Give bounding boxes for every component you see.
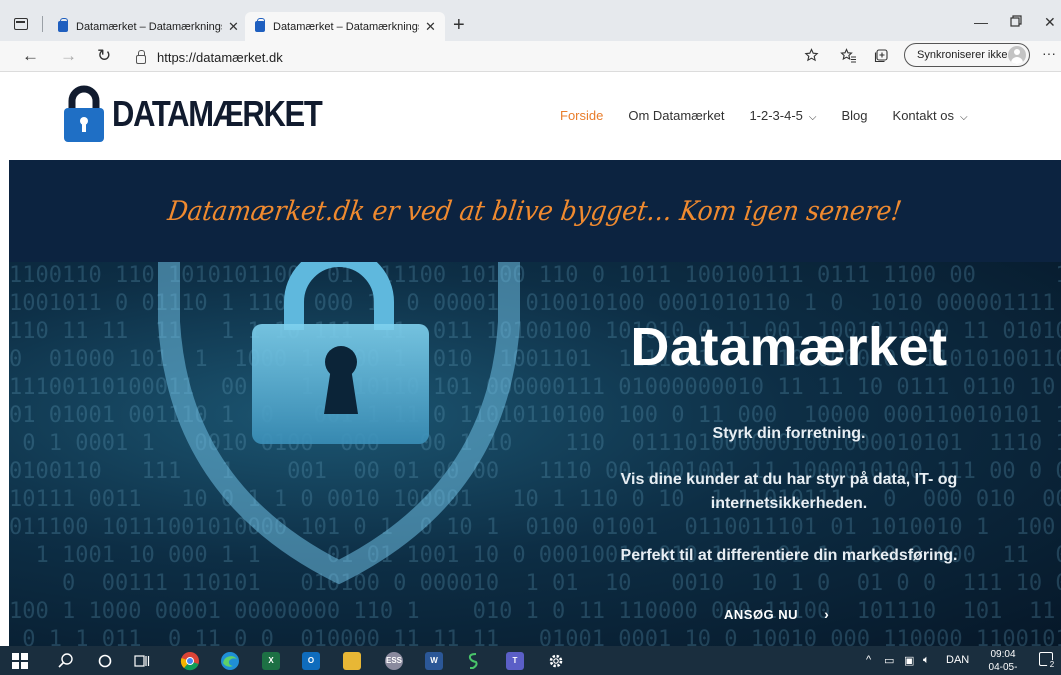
nav-label: Kontakt os — [892, 108, 954, 123]
hero-description: Vis dine kunder at du har styr på data, … — [620, 471, 958, 512]
file-explorer-icon[interactable] — [343, 650, 361, 671]
address-bar[interactable]: https://datamærket.dk — [136, 46, 776, 68]
browser-tab-2[interactable]: Datamærket – Datamærkningsordning ✕ — [245, 12, 445, 41]
refresh-icon[interactable]: ↻ — [97, 46, 111, 66]
lock-icon[interactable] — [136, 49, 146, 64]
tab-close-icon[interactable]: ✕ — [425, 19, 436, 35]
nav-label: Forside — [560, 108, 604, 123]
nav-kontakt-os[interactable]: Kontakt os ⌵ — [893, 108, 968, 123]
favorites-icon[interactable] — [840, 48, 857, 66]
apply-now-label: ANSØG NU — [724, 606, 799, 622]
chevron-down-icon: ⌵ — [959, 112, 968, 123]
padlock-logo-icon — [62, 84, 106, 144]
tab-separator — [42, 16, 43, 32]
minimize-icon[interactable]: — — [974, 14, 988, 30]
cortana-icon[interactable] — [98, 650, 112, 671]
browser-tab-bar: Datamærket – Datamærkningsordning ✕ Data… — [0, 0, 1061, 41]
site-header: DATAMÆRKET Forside Om Datamærket 1-2-3-4… — [0, 72, 1061, 160]
address-url: https://datamærket.dk — [157, 49, 283, 65]
search-icon[interactable] — [58, 650, 74, 671]
clock-time: 09:04 — [990, 649, 1016, 660]
logo-text: DATAMÆRKET — [112, 93, 323, 134]
edge-icon[interactable] — [220, 650, 240, 671]
excel-icon[interactable]: X — [262, 650, 280, 671]
restore-icon[interactable] — [1010, 14, 1022, 30]
site-favicon-icon — [255, 18, 265, 32]
nav-label: 1-2-3-4-5 — [749, 108, 803, 123]
tab-actions-icon[interactable] — [14, 18, 28, 30]
browser-toolbar: ← → ↻ https://datamærket.dk — [0, 41, 1061, 72]
nav-label: Om Datamærket — [628, 108, 725, 123]
close-icon[interactable]: ✕ — [1044, 14, 1056, 31]
word-icon[interactable]: W — [425, 650, 443, 671]
site-favicon-icon — [58, 18, 68, 32]
hero-title: Datamærket — [630, 317, 948, 377]
tray-overflow-icon[interactable]: ^ — [866, 654, 871, 666]
hero-section: 1100110 110 1010101100 01 011100 10100 1… — [9, 262, 1061, 646]
ess-app-icon[interactable]: ESS — [385, 650, 403, 671]
read-aloud-icon[interactable] — [804, 48, 819, 66]
app-icon[interactable] — [466, 650, 480, 671]
hero-subtext: Perfekt til at differentiere din markeds… — [620, 547, 958, 564]
more-icon[interactable]: ··· — [1042, 45, 1056, 61]
hero-tagline: Styrk din forretning. — [712, 425, 866, 442]
tab-title: Datamærket – Datamærkningsordning — [76, 20, 222, 33]
construction-notice-banner: Datamærket.dk er ved at blive bygget… Ko… — [9, 160, 1061, 262]
language-indicator[interactable]: DAN — [946, 654, 969, 666]
main-navigation: Forside Om Datamærket 1-2-3-4-5 ⌵ Blog Ko… — [560, 108, 993, 123]
browser-tab-1[interactable]: Datamærket – Datamærkningsordning ✕ — [48, 12, 241, 41]
new-tab-icon[interactable]: + — [453, 14, 465, 37]
construction-notice-text: Datamærket.dk er ved at blive bygget… Ko… — [166, 195, 904, 227]
sync-label: Synkroniserer ikke — [917, 49, 1008, 61]
network-icon[interactable]: ▣ — [904, 654, 914, 667]
outlook-icon[interactable]: O — [302, 650, 320, 671]
system-clock[interactable]: 09:04 04-05-2021 — [978, 648, 1028, 675]
hero-content: Datamærket Styrk din forretning. Vis din… — [9, 262, 1061, 646]
settings-icon[interactable] — [548, 650, 564, 671]
notification-count: 2 — [1047, 660, 1057, 670]
profile-icon — [1008, 46, 1026, 64]
volume-icon[interactable]: 🔈︎ — [923, 654, 930, 667]
nav-om-datamaerket[interactable]: Om Datamærket — [628, 108, 724, 123]
nav-blog[interactable]: Blog — [842, 108, 868, 123]
battery-icon[interactable]: ▭ — [884, 654, 894, 667]
tab-close-icon[interactable]: ✕ — [228, 19, 239, 35]
apply-now-button[interactable]: ANSØG NU › — [724, 606, 829, 622]
site-logo[interactable]: DATAMÆRKET — [62, 84, 356, 144]
sync-profile-button[interactable]: Synkroniserer ikke — [904, 43, 1030, 67]
tab-title: Datamærket – Datamærkningsordning — [273, 20, 419, 33]
start-icon[interactable] — [12, 650, 28, 671]
task-view-icon[interactable] — [134, 650, 150, 671]
back-icon[interactable]: ← — [22, 46, 39, 66]
windows-taskbar: X O ESS W T ^ ▭ ▣ 🔈︎ DAN 09:04 04-05-202… — [0, 646, 1061, 675]
forward-icon[interactable]: → — [60, 46, 77, 66]
notification-center-icon[interactable]: 2 — [1039, 652, 1057, 670]
nav-label: Blog — [841, 108, 868, 123]
chevron-right-icon: › — [824, 606, 830, 622]
collections-icon[interactable] — [874, 48, 889, 66]
chevron-down-icon: ⌵ — [808, 112, 817, 123]
chrome-icon[interactable] — [180, 650, 200, 671]
clock-date: 04-05-2021 — [988, 662, 1018, 673]
nav-1-2-3-4-5[interactable]: 1-2-3-4-5 ⌵ — [749, 108, 816, 123]
teams-icon[interactable]: T — [506, 650, 524, 671]
nav-forside[interactable]: Forside — [560, 108, 603, 123]
